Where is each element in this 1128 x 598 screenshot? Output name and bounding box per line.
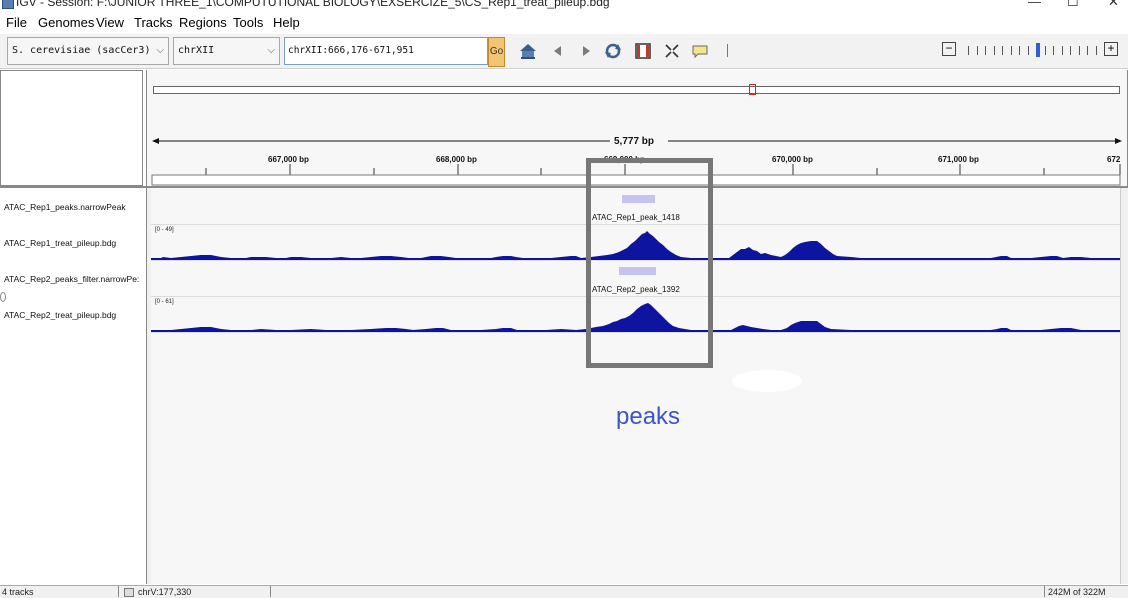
zoom-slider-thumb[interactable] xyxy=(1036,43,1040,57)
track-name-rep2-peaks[interactable]: ATAC_Rep2_peaks_filter.narrowPe: xyxy=(4,274,139,284)
zoom-slider-tick[interactable] xyxy=(993,46,995,55)
chevron-down-icon: ⌵ xyxy=(156,45,164,56)
back-arrow-icon[interactable] xyxy=(549,42,567,60)
chromosome-dropdown[interactable]: chrXII ⌵ xyxy=(173,37,280,65)
status-separator xyxy=(118,586,119,597)
close-button[interactable]: ✕ xyxy=(1108,0,1119,10)
menu-help[interactable]: Help xyxy=(273,15,300,30)
ruler-tick-label: 667,000 bp xyxy=(268,155,309,164)
zoom-slider-tick[interactable] xyxy=(1095,46,1097,55)
popup-info-icon[interactable] xyxy=(691,42,709,60)
peaks-highlight-box xyxy=(586,158,713,368)
zoom-out-button[interactable]: − xyxy=(942,42,956,56)
status-separator xyxy=(1044,586,1045,597)
refresh-icon[interactable] xyxy=(604,42,622,60)
zoom-slider-tick[interactable] xyxy=(1078,46,1080,55)
zoom-slider-tick[interactable] xyxy=(1070,46,1071,55)
menu-genomes[interactable]: Genomes xyxy=(38,15,94,30)
ruler-tick-label: 672 xyxy=(1107,155,1121,164)
locus-input[interactable]: chrXII:666,176-671,951 xyxy=(284,37,488,65)
zoom-slider-tick[interactable] xyxy=(1061,46,1063,55)
status-separator xyxy=(270,586,271,597)
roi-icon[interactable] xyxy=(634,42,652,60)
status-icon xyxy=(124,588,134,597)
track-name-rep1-pileup[interactable]: ATAC_Rep1_treat_pileup.bdg xyxy=(4,238,116,248)
status-position: chrV:177,330 xyxy=(138,587,192,597)
go-button[interactable]: Go xyxy=(488,37,505,67)
window-title: IGV - Session: F:\JUNIOR THREE_1\COMPUTU… xyxy=(16,0,610,9)
menu-view[interactable]: View xyxy=(96,15,124,30)
minimize-button[interactable]: — xyxy=(1028,0,1041,9)
zoom-slider-tick[interactable] xyxy=(968,46,969,55)
forward-arrow-icon[interactable] xyxy=(577,42,595,60)
peaks-annotation-label: peaks xyxy=(616,403,681,430)
zoom-slider[interactable] xyxy=(964,43,1104,57)
menu-tracks[interactable]: Tracks xyxy=(134,15,173,30)
resize-to-window-icon[interactable] xyxy=(663,42,681,60)
menu-regions[interactable]: Regions xyxy=(179,15,227,30)
zoom-slider-tick[interactable] xyxy=(1053,46,1054,55)
chromosome-value: chrXII xyxy=(178,45,215,56)
vertical-scrollbar[interactable] xyxy=(1120,188,1128,584)
ruler-tick-label: 668,000 bp xyxy=(436,155,477,164)
chromosome-ideogram[interactable] xyxy=(153,86,1120,94)
zoom-slider-tick[interactable] xyxy=(1019,46,1020,55)
toolbar-separator xyxy=(727,44,728,57)
current-view-marker xyxy=(749,84,756,95)
zoom-slider-tick[interactable] xyxy=(1044,46,1046,55)
status-memory: 242M of 322M xyxy=(1048,587,1106,597)
zoom-slider-tick[interactable] xyxy=(976,46,978,55)
zoom-in-button[interactable]: + xyxy=(1104,42,1118,56)
resize-handle[interactable] xyxy=(0,292,6,302)
ruler-tick-label: 670,000 bp xyxy=(772,155,813,164)
genome-value: S. cerevisiae (sacCer3) xyxy=(12,45,151,56)
igv-app-icon xyxy=(2,0,14,9)
chevron-down-icon: ⌵ xyxy=(267,45,275,56)
menu-file[interactable]: File xyxy=(6,15,27,30)
ruler-tick-label: 671,000 bp xyxy=(938,155,979,164)
genome-dropdown[interactable]: S. cerevisiae (sacCer3) ⌵ xyxy=(7,37,169,65)
zoom-slider-tick[interactable] xyxy=(1027,46,1029,55)
menu-tools[interactable]: Tools xyxy=(233,15,263,30)
home-icon[interactable] xyxy=(519,42,537,60)
header-name-panel xyxy=(0,70,143,186)
ruler-span-label: 5,777 bp xyxy=(614,136,655,147)
zoom-slider-tick[interactable] xyxy=(1010,46,1012,55)
maximize-button[interactable]: ☐ xyxy=(1067,0,1079,10)
zoom-slider-tick[interactable] xyxy=(1002,46,1003,55)
track-name-rep1-peaks[interactable]: ATAC_Rep1_peaks.narrowPeak xyxy=(4,202,126,212)
status-track-count: 4 tracks xyxy=(2,587,34,597)
white-smudge xyxy=(732,370,802,392)
zoom-slider-tick[interactable] xyxy=(1087,46,1088,55)
track-name-rep2-pileup[interactable]: ATAC_Rep2_treat_pileup.bdg xyxy=(4,310,116,320)
zoom-slider-tick[interactable] xyxy=(985,46,986,55)
